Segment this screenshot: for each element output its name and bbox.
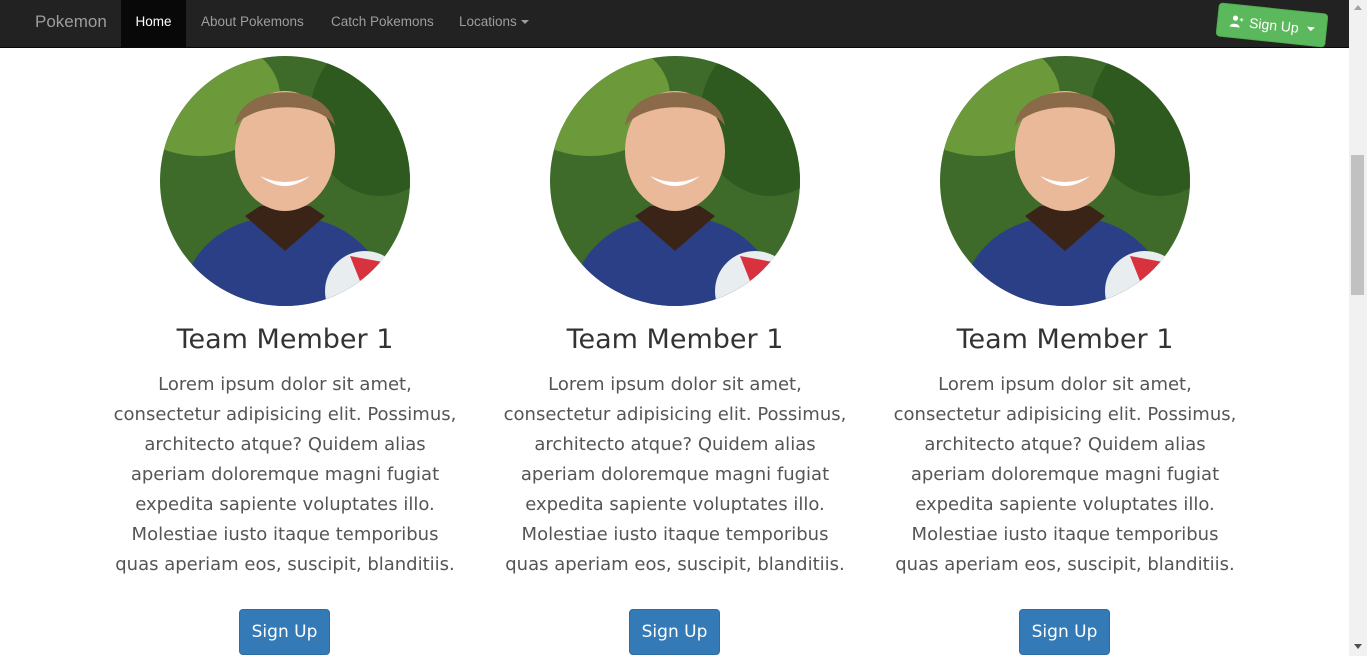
chevron-down-icon — [1306, 26, 1315, 32]
member-signup-button[interactable]: Sign Up — [629, 609, 720, 655]
member-description: Lorem ipsum dolor sit amet, consectetur … — [113, 374, 457, 575]
nav-home[interactable]: Home — [121, 0, 186, 47]
signup-dropdown-label: Sign Up — [1248, 14, 1300, 36]
member-signup-button[interactable]: Sign Up — [1019, 609, 1110, 655]
member-name: Team Member 1 — [176, 324, 394, 355]
member-name: Team Member 1 — [566, 324, 784, 355]
scrollbar-thumb[interactable] — [1351, 155, 1364, 295]
nav-catch-pokemons[interactable]: Catch Pokemons — [331, 0, 434, 47]
member-photo — [550, 56, 800, 306]
member-signup-button[interactable]: Sign Up — [239, 609, 330, 655]
user-plus-icon — [1229, 15, 1244, 28]
signup-dropdown-button[interactable]: Sign Up — [1215, 2, 1329, 48]
scroll-down-icon[interactable] — [1354, 644, 1362, 649]
chevron-down-icon — [520, 20, 529, 25]
brand-link[interactable]: Pokemon — [35, 12, 107, 32]
member-photo — [160, 56, 410, 306]
member-description: Lorem ipsum dolor sit amet, consectetur … — [893, 374, 1237, 575]
top-navbar: Pokemon Home About Pokemons Catch Pokemo… — [0, 0, 1349, 48]
nav-about-pokemons[interactable]: About Pokemons — [201, 0, 304, 47]
nav-locations-label: Locations — [459, 14, 517, 29]
scroll-up-icon[interactable] — [1354, 5, 1362, 10]
member-description: Lorem ipsum dolor sit amet, consectetur … — [503, 374, 847, 575]
member-photo — [940, 56, 1190, 306]
nav-locations-dropdown[interactable]: Locations — [459, 0, 529, 47]
member-name: Team Member 1 — [956, 324, 1174, 355]
vertical-scrollbar[interactable] — [1349, 0, 1367, 656]
